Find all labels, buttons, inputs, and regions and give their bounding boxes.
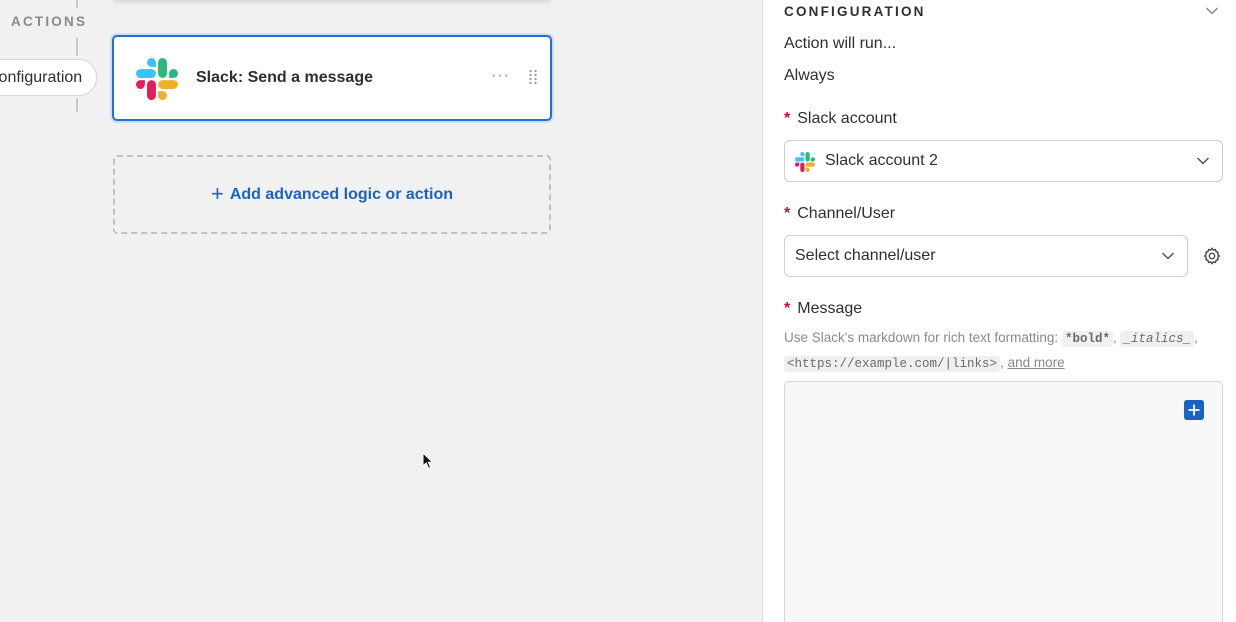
insert-variable-plus-icon[interactable]: [1184, 400, 1204, 420]
run-condition-value: Always: [784, 67, 835, 84]
slack-logo-icon: [136, 58, 178, 100]
slack-account-label: * Slack account: [784, 110, 897, 127]
actions-section-label: ACTIONS: [11, 14, 88, 29]
plus-icon: +: [210, 180, 224, 206]
connector-line: [76, 98, 78, 112]
required-mark: *: [784, 110, 791, 127]
slack-action-card[interactable]: Slack: Send a message ···: [112, 35, 552, 121]
code-sample-link: <https://example.com/|links>: [784, 356, 1001, 372]
workflow-canvas: ACTIONS Configuration Slack: Send a mess…: [0, 0, 762, 622]
action-card-title: Slack: Send a message: [196, 69, 373, 86]
slack-account-value: Slack account 2: [825, 152, 938, 169]
more-options-icon[interactable]: ···: [491, 67, 510, 85]
gear-icon[interactable]: [1202, 246, 1222, 266]
add-action-button[interactable]: + Add advanced logic or action: [113, 155, 551, 234]
and-more-link[interactable]: and more: [1008, 355, 1065, 370]
chevron-down-icon: [1161, 252, 1175, 260]
chevron-down-icon[interactable]: [1205, 6, 1219, 16]
run-condition-label: Action will run...: [784, 35, 897, 52]
configuration-pill[interactable]: Configuration: [0, 59, 98, 96]
mouse-cursor-icon: [422, 452, 434, 470]
configuration-panel: CONFIGURATION Action will run... Always …: [762, 0, 1236, 622]
connector-line: [76, 0, 78, 8]
add-action-label: Add advanced logic or action: [229, 185, 453, 203]
connector-line: [76, 38, 78, 56]
channel-user-label: * Channel/User: [784, 205, 896, 222]
message-label: * Message: [784, 300, 863, 317]
chevron-down-icon: [1196, 157, 1210, 165]
slack-account-select[interactable]: Slack account 2: [784, 140, 1223, 182]
message-help-text: Use Slack's markdown for rich text forma…: [784, 330, 1198, 372]
channel-user-select[interactable]: Select channel/user: [784, 235, 1188, 277]
drag-handle-icon[interactable]: [528, 69, 538, 85]
required-mark: *: [784, 205, 791, 222]
slack-logo-icon: [795, 152, 815, 172]
required-mark: *: [784, 300, 791, 317]
code-sample-bold: *bold*: [1061, 331, 1113, 347]
code-sample-italic: _italics_: [1120, 331, 1194, 347]
channel-user-value: Select channel/user: [795, 247, 936, 264]
message-textarea[interactable]: [784, 381, 1223, 622]
configuration-section-title: CONFIGURATION: [784, 4, 926, 19]
